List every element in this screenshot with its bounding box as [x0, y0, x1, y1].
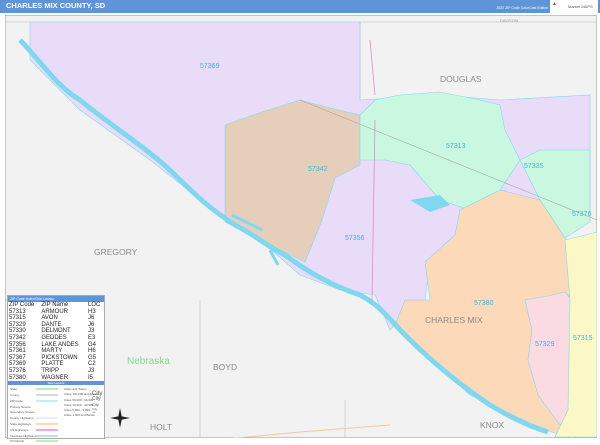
legend-key-label: Interstate Highways	[10, 433, 37, 438]
legend-swatch	[36, 417, 58, 420]
legend-swatch	[36, 393, 58, 396]
zip-label: 57313	[446, 143, 466, 150]
zip-label: 57342	[308, 166, 328, 173]
edition-label: 2022 ZIP Code ColorCast Edition	[496, 6, 548, 10]
grid-loc: I5	[87, 374, 93, 381]
grid-loc: G5	[87, 354, 96, 361]
zip-code: 57376	[9, 367, 26, 374]
zip-code: 57367	[9, 354, 26, 361]
legend-swatch	[36, 428, 58, 431]
county-label-davison: DAVISON	[500, 18, 518, 23]
zip-name: AVON	[41, 315, 58, 322]
table-row: 57342 GEDDES E3	[8, 335, 104, 342]
zip-index-table: ZIP Code ZIP Name LOC 57313 ARMOUR H3 57315…	[8, 302, 104, 381]
grid-loc: G4	[87, 341, 96, 348]
county-label-douglas: DOUGLAS	[440, 74, 482, 84]
legend-city-label: Cities 1,000 and Below	[64, 413, 95, 418]
zip-index-legend: ZIP Code Index/Grid Locator ZIP Code ZIP…	[7, 295, 105, 443]
logo-text: Market MAPS	[568, 4, 593, 9]
legend-key-label: Primary Streets	[10, 404, 31, 409]
county-label-gregory: GREGORY	[94, 247, 138, 257]
zip-code: 57380	[9, 374, 26, 381]
table-row: 57369 PLATTE C2	[8, 361, 104, 368]
table-row: 57356 LAKE ANDES G4	[8, 342, 104, 349]
legend-swatch	[36, 440, 58, 443]
legend-key-label: ZIP Code	[10, 398, 23, 403]
legend-city-sample: City	[92, 411, 96, 414]
zip-code: 57356	[9, 341, 26, 348]
table-row: 57313 ARMOUR H3	[8, 309, 104, 316]
column-header: ZIP Name	[41, 302, 69, 308]
legend-city-sample: City	[92, 406, 98, 411]
zip-code: 57361	[9, 348, 26, 355]
grid-loc: J6	[87, 321, 95, 328]
county-label-boyd: BOYD	[213, 362, 237, 372]
column-header: ZIP Code	[9, 302, 35, 308]
zip-name: MARTY	[41, 348, 63, 355]
legend-swatch	[36, 434, 58, 437]
legend-key-label: State Highways	[10, 421, 31, 426]
table-row: 57380 WAGNER I5	[8, 375, 104, 382]
grid-loc: J3	[87, 367, 95, 374]
county-label-holt: HOLT	[150, 422, 172, 432]
zip-name: PICKSTOWN	[41, 354, 78, 361]
zip-name: TRIPP	[41, 367, 59, 374]
zip-code: 57313	[9, 308, 26, 315]
legend-city-label: Cities 10,000 - 49,999	[64, 402, 94, 407]
publisher-logo: ▲ Market MAPS	[550, 0, 598, 13]
legend-city-label: Cities and Towns	[64, 387, 87, 392]
column-header: LOC	[87, 302, 101, 308]
state-label-nebraska: Nebraska	[127, 356, 170, 367]
legend-city-label: Cities 5,000 - 9,999	[64, 407, 91, 412]
map-key: State County ZIP Code Primary Streets Second…	[8, 385, 104, 445]
zip-name: DELMONT	[41, 328, 71, 335]
header-bar: CHARLES MIX COUNTY, SD 2022 ZIP Code Col…	[0, 0, 600, 13]
zip-label: 57376	[572, 211, 592, 218]
zip-label: 57356	[345, 235, 365, 242]
grid-loc: E3	[87, 334, 96, 341]
zip-name: PLATTE	[41, 361, 64, 368]
zip-name: ARMOUR	[41, 308, 68, 315]
table-row: 57329 DANTE J6	[8, 322, 104, 329]
zip-label: 57369	[200, 63, 220, 70]
table-row: 57361 MARTY H6	[8, 348, 104, 355]
legend-city-label: Cities 50,000 - 99,999	[64, 397, 94, 402]
legend-swatch	[36, 411, 58, 414]
legend-swatch	[36, 399, 58, 402]
zip-label: 57315	[573, 335, 593, 342]
legend-key-label: County	[10, 392, 20, 397]
grid-loc: H6	[87, 348, 96, 355]
zip-code: 57329	[9, 321, 26, 328]
zip-name: WAGNER	[41, 374, 69, 381]
legend-swatch	[36, 422, 58, 425]
grid-loc: C2	[87, 361, 96, 368]
legend-key-label: State	[10, 387, 18, 392]
table-row: 57376 TRIPP J3	[8, 368, 104, 375]
zip-code: 57315	[9, 315, 26, 322]
legend-swatch	[36, 388, 58, 391]
table-row: 57315 AVON J6	[8, 315, 104, 322]
legend-key-label: Secondary Streets	[10, 410, 35, 415]
grid-loc: J3	[87, 328, 95, 335]
zip-label: 57380	[474, 300, 494, 307]
zip-label: 57329	[535, 341, 555, 348]
grid-loc: J6	[87, 315, 95, 322]
zip-label: 57335	[524, 163, 544, 170]
zip-name: DANTE	[41, 321, 62, 328]
zip-code: 57342	[9, 334, 26, 341]
zip-code: 57330	[9, 328, 26, 335]
zip-name: LAKE ANDES	[41, 341, 79, 348]
county-label-charles-mix: CHARLES MIX	[425, 315, 483, 325]
zip-name: GEDDES	[41, 334, 67, 341]
legend-key-label: County Highways	[10, 416, 34, 421]
table-row: 57330 DELMONT J3	[8, 328, 104, 335]
table-row: 57367 PICKSTOWN G5	[8, 355, 104, 362]
map-title: CHARLES MIX COUNTY, SD	[6, 1, 106, 10]
grid-loc: H3	[87, 308, 96, 315]
legend-swatch	[36, 405, 58, 408]
table-header: ZIP Code ZIP Name LOC	[8, 302, 104, 309]
legend-key-label: US Highways	[10, 427, 29, 432]
zip-code: 57369	[9, 361, 26, 368]
county-label-knox: KNOX	[480, 420, 504, 430]
